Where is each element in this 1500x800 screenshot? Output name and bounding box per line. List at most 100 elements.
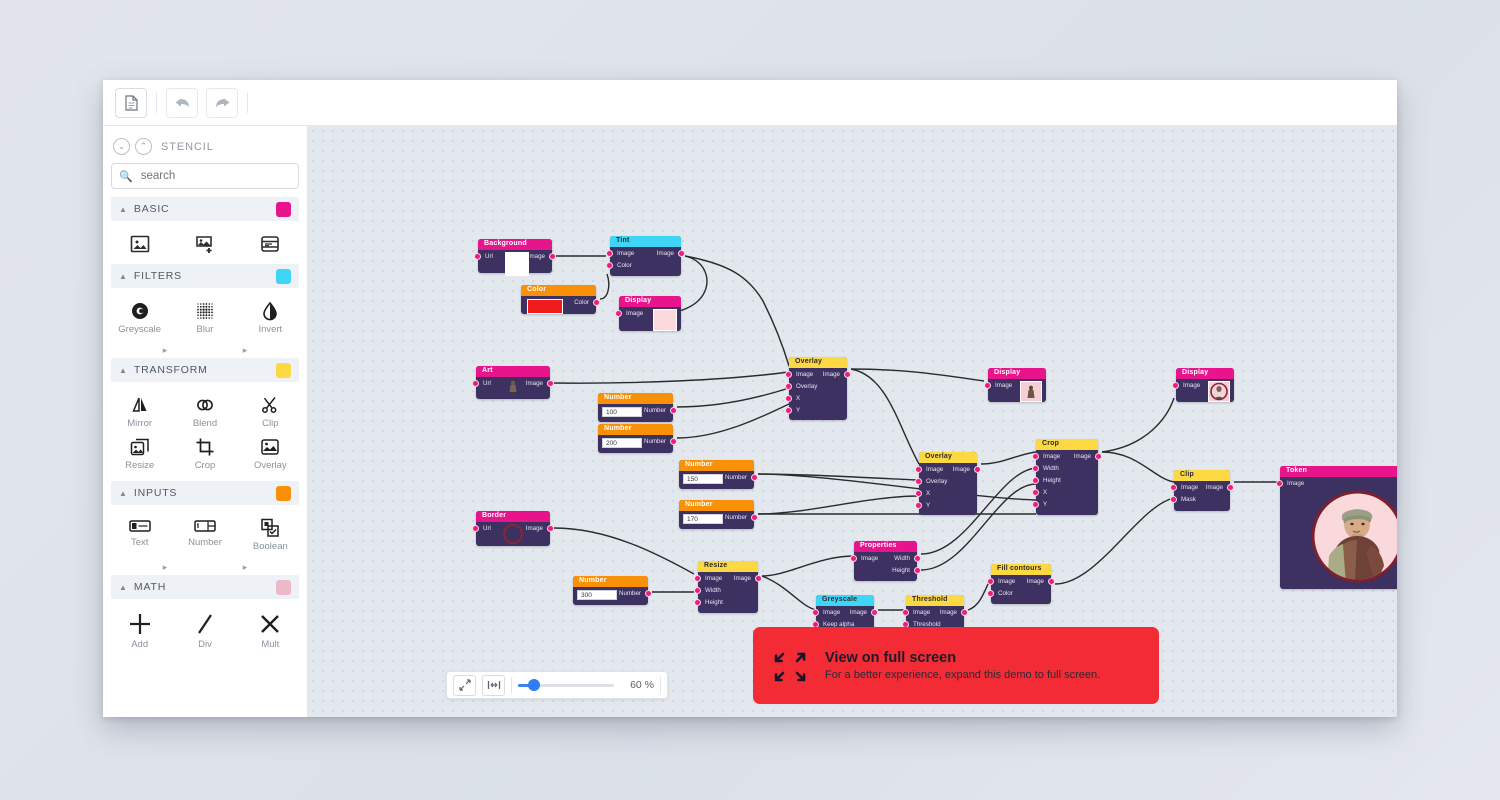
fit-width-button[interactable] — [482, 674, 505, 696]
input-port[interactable] — [984, 381, 991, 389]
output-port[interactable] — [593, 298, 600, 306]
node-tint[interactable]: Tint Image Image Color — [606, 236, 685, 276]
zoom-slider-knob[interactable] — [528, 679, 540, 691]
section-header-inputs[interactable]: ▲ INPUTS — [111, 481, 299, 505]
input-port[interactable] — [902, 608, 909, 616]
node-border[interactable]: Border Url Image — [472, 511, 554, 546]
node-crop[interactable]: Crop Image Image Width Height X Y — [1032, 439, 1102, 515]
undo-button[interactable] — [166, 87, 198, 118]
input-port[interactable] — [606, 261, 613, 269]
stencil-item-text-block-icon[interactable] — [238, 230, 303, 258]
stencil-item-blur[interactable]: Blur — [172, 297, 237, 339]
node-display3[interactable]: Display Image — [1172, 368, 1234, 402]
stencil-item-number[interactable]: Number — [172, 514, 237, 556]
input-port[interactable] — [915, 501, 922, 509]
node-display2[interactable]: Display Image — [984, 368, 1046, 402]
output-port[interactable] — [670, 437, 677, 445]
node-background[interactable]: Background Url Image — [474, 239, 556, 276]
input-port[interactable] — [987, 589, 994, 597]
output-port[interactable] — [1048, 577, 1055, 585]
search-input[interactable] — [138, 169, 291, 183]
output-port[interactable] — [678, 249, 685, 257]
input-port[interactable] — [785, 394, 792, 402]
output-port[interactable] — [547, 379, 554, 387]
node-num200[interactable]: Number Number 200 — [598, 424, 677, 453]
node-fillcontours[interactable]: Fill contours Image Image Color — [987, 564, 1055, 604]
node-num100[interactable]: Number Number 100 — [598, 393, 677, 422]
input-port[interactable] — [785, 406, 792, 414]
input-port[interactable] — [915, 477, 922, 485]
input-port[interactable] — [1032, 452, 1039, 460]
expand-all-icon[interactable]: ⌄ — [113, 138, 130, 155]
input-port[interactable] — [785, 382, 792, 390]
output-port[interactable] — [751, 473, 758, 481]
output-port[interactable] — [961, 608, 968, 616]
input-port[interactable] — [1032, 500, 1039, 508]
stencil-item-div[interactable]: Div — [172, 608, 237, 654]
stencil-item-mult[interactable]: Mult — [238, 608, 303, 654]
input-port[interactable] — [694, 574, 701, 582]
input-port[interactable] — [1032, 464, 1039, 472]
search-box[interactable]: 🔍 — [111, 163, 299, 189]
graph-canvas[interactable]: Background Url Image Tint Image Image Color Col… — [308, 126, 1397, 717]
stencil-item-blend[interactable]: Blend — [172, 391, 237, 433]
input-port[interactable] — [915, 465, 922, 473]
section-header-filters[interactable]: ▲ FILTERS — [111, 264, 299, 288]
output-port[interactable] — [871, 608, 878, 616]
collapse-all-icon[interactable]: ⌃ — [135, 138, 152, 155]
output-port[interactable] — [1227, 483, 1234, 491]
number-value-field[interactable]: 300 — [577, 590, 617, 600]
node-color[interactable]: Color Color — [521, 285, 600, 314]
stencil-item-text[interactable]: Text — [107, 514, 172, 556]
node-art[interactable]: Art Url Image — [472, 366, 554, 399]
output-port[interactable] — [645, 589, 652, 597]
input-port[interactable] — [1276, 479, 1283, 487]
node-clip[interactable]: Clip Image Image Mask — [1170, 470, 1234, 511]
input-port[interactable] — [987, 577, 994, 585]
input-port[interactable] — [472, 524, 479, 532]
output-port[interactable] — [914, 554, 921, 562]
stencil-item-add[interactable]: Add — [107, 608, 172, 654]
stencil-item-clip[interactable]: Clip — [238, 391, 303, 433]
output-port[interactable] — [547, 524, 554, 532]
input-port[interactable] — [694, 586, 701, 594]
input-port[interactable] — [472, 379, 479, 387]
output-port[interactable] — [755, 574, 762, 582]
input-port[interactable] — [812, 608, 819, 616]
input-port[interactable] — [1032, 488, 1039, 496]
fullscreen-banner[interactable]: View on full screen For a better experie… — [753, 627, 1159, 704]
document-button[interactable] — [115, 87, 147, 118]
input-port[interactable] — [915, 489, 922, 497]
node-overlay2[interactable]: Overlay Image Image Overlay X Y — [915, 452, 981, 515]
output-port[interactable] — [974, 465, 981, 473]
stencil-item-resize[interactable]: Resize — [107, 433, 172, 475]
section-header-math[interactable]: ▲ MATH — [111, 575, 299, 599]
stencil-item-mirror[interactable]: Mirror — [107, 391, 172, 433]
input-port[interactable] — [615, 309, 622, 317]
output-port[interactable] — [1095, 452, 1102, 460]
fit-screen-button[interactable] — [453, 674, 476, 696]
output-port[interactable] — [549, 252, 556, 260]
section-header-basic[interactable]: ▲ BASIC — [111, 197, 299, 221]
node-overlay1[interactable]: Overlay Image Image Overlay X Y — [785, 357, 851, 420]
redo-button[interactable] — [206, 87, 238, 118]
stencil-item-greyscale[interactable]: Greyscale — [107, 297, 172, 339]
input-port[interactable] — [1032, 476, 1039, 484]
input-port[interactable] — [1170, 495, 1177, 503]
node-num150[interactable]: Number Number 150 — [679, 460, 758, 489]
stencil-item-overlay[interactable]: Overlay — [238, 433, 303, 475]
output-port[interactable] — [844, 370, 851, 378]
stencil-item-invert[interactable]: Invert — [238, 297, 303, 339]
stencil-item-image-add-icon[interactable] — [172, 230, 237, 258]
input-port[interactable] — [850, 554, 857, 562]
input-port[interactable] — [694, 598, 701, 606]
number-value-field[interactable]: 170 — [683, 514, 723, 524]
section-header-transform[interactable]: ▲ TRANSFORM — [111, 358, 299, 382]
input-port[interactable] — [1170, 483, 1177, 491]
node-num170[interactable]: Number Number 170 — [679, 500, 758, 529]
input-port[interactable] — [1172, 381, 1179, 389]
zoom-slider[interactable] — [518, 679, 614, 691]
node-num300[interactable]: Number Number 300 — [573, 576, 652, 605]
input-port[interactable] — [606, 249, 613, 257]
input-port[interactable] — [785, 370, 792, 378]
